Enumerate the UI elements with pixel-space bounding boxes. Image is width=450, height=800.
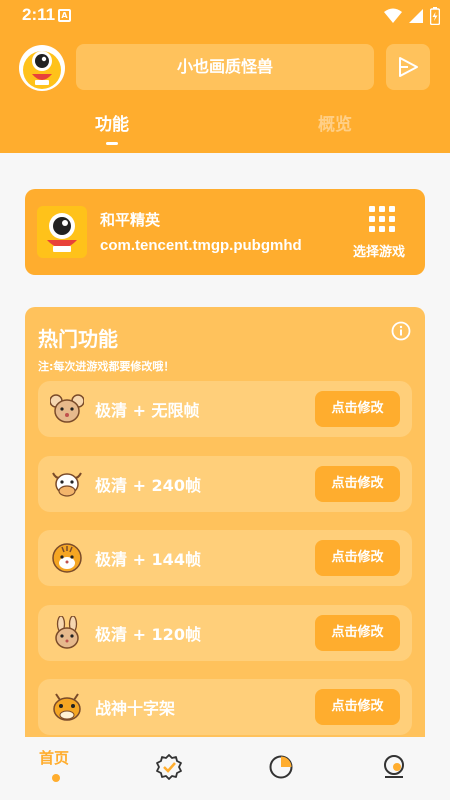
bottom-nav: 首页 — [0, 737, 450, 800]
pie-chart-icon[interactable] — [268, 754, 294, 780]
modify-button[interactable]: 点击修改 — [315, 466, 400, 502]
tab-overview[interactable]: 概览 — [318, 110, 352, 135]
modify-button[interactable]: 点击修改 — [315, 689, 400, 725]
send-icon — [399, 57, 418, 77]
nav-home[interactable]: 首页 — [39, 747, 69, 768]
grid-icon — [369, 206, 395, 232]
rat-icon — [50, 394, 84, 423]
tiger-icon — [52, 543, 82, 573]
wifi-icon — [384, 8, 402, 23]
monster-avatar-icon[interactable] — [18, 44, 66, 92]
feature-row: 极清 + 无限帧 点击修改 — [38, 381, 412, 437]
ox-icon — [52, 472, 82, 497]
rabbit-icon — [55, 616, 79, 649]
notification-icon: A — [58, 9, 71, 22]
hot-features-title: 热门功能 — [38, 327, 118, 351]
nav-active-dot — [52, 774, 60, 782]
feature-row: 极清 + 240帧 点击修改 — [38, 456, 412, 512]
app-title: 小也画质怪兽 — [76, 44, 374, 90]
feature-row: 战神十字架 点击修改 — [38, 679, 412, 735]
game-name: 和平精英 — [100, 211, 161, 229]
hot-features-note: 注:每次进游戏都要修改哦！ — [38, 360, 175, 373]
modify-button[interactable]: 点击修改 — [315, 540, 400, 576]
battery-icon — [430, 7, 440, 25]
share-button[interactable] — [386, 44, 430, 90]
feature-label: 战神十字架 — [95, 699, 176, 718]
feature-label: 极清 + 无限帧 — [95, 401, 200, 420]
feature-label: 极清 + 240帧 — [95, 476, 201, 495]
status-icons — [384, 7, 440, 25]
badge-check-icon[interactable] — [156, 754, 182, 780]
hot-features-card: 热门功能 注:每次进游戏都要修改哦！ 极清 + 无限帧 点击修改 极清 + 24… — [25, 307, 425, 747]
select-game-button[interactable]: 选择游戏 — [353, 206, 415, 260]
feature-label: 极清 + 120帧 — [95, 625, 201, 644]
feature-label: 极清 + 144帧 — [95, 550, 201, 569]
select-game-label: 选择游戏 — [353, 245, 406, 260]
status-time: 2:11 — [22, 5, 56, 24]
feature-row: 极清 + 144帧 点击修改 — [38, 530, 412, 586]
game-card: 和平精英 com.tencent.tmgp.pubgmhd 选择游戏 — [25, 189, 425, 275]
game-icon — [37, 206, 87, 258]
info-icon[interactable] — [391, 321, 411, 341]
dragon-icon — [53, 693, 81, 721]
app-header: 小也画质怪兽 功能 概览 — [0, 32, 450, 153]
profile-icon[interactable] — [381, 754, 407, 780]
modify-button[interactable]: 点击修改 — [315, 391, 400, 427]
signal-icon — [409, 9, 423, 23]
tab-indicator — [106, 142, 118, 145]
game-package: com.tencent.tmgp.pubgmhd — [100, 237, 302, 254]
tab-function[interactable]: 功能 — [95, 110, 129, 135]
modify-button[interactable]: 点击修改 — [315, 615, 400, 651]
feature-row: 极清 + 120帧 点击修改 — [38, 605, 412, 661]
status-bar: 2:11 A — [0, 0, 450, 32]
